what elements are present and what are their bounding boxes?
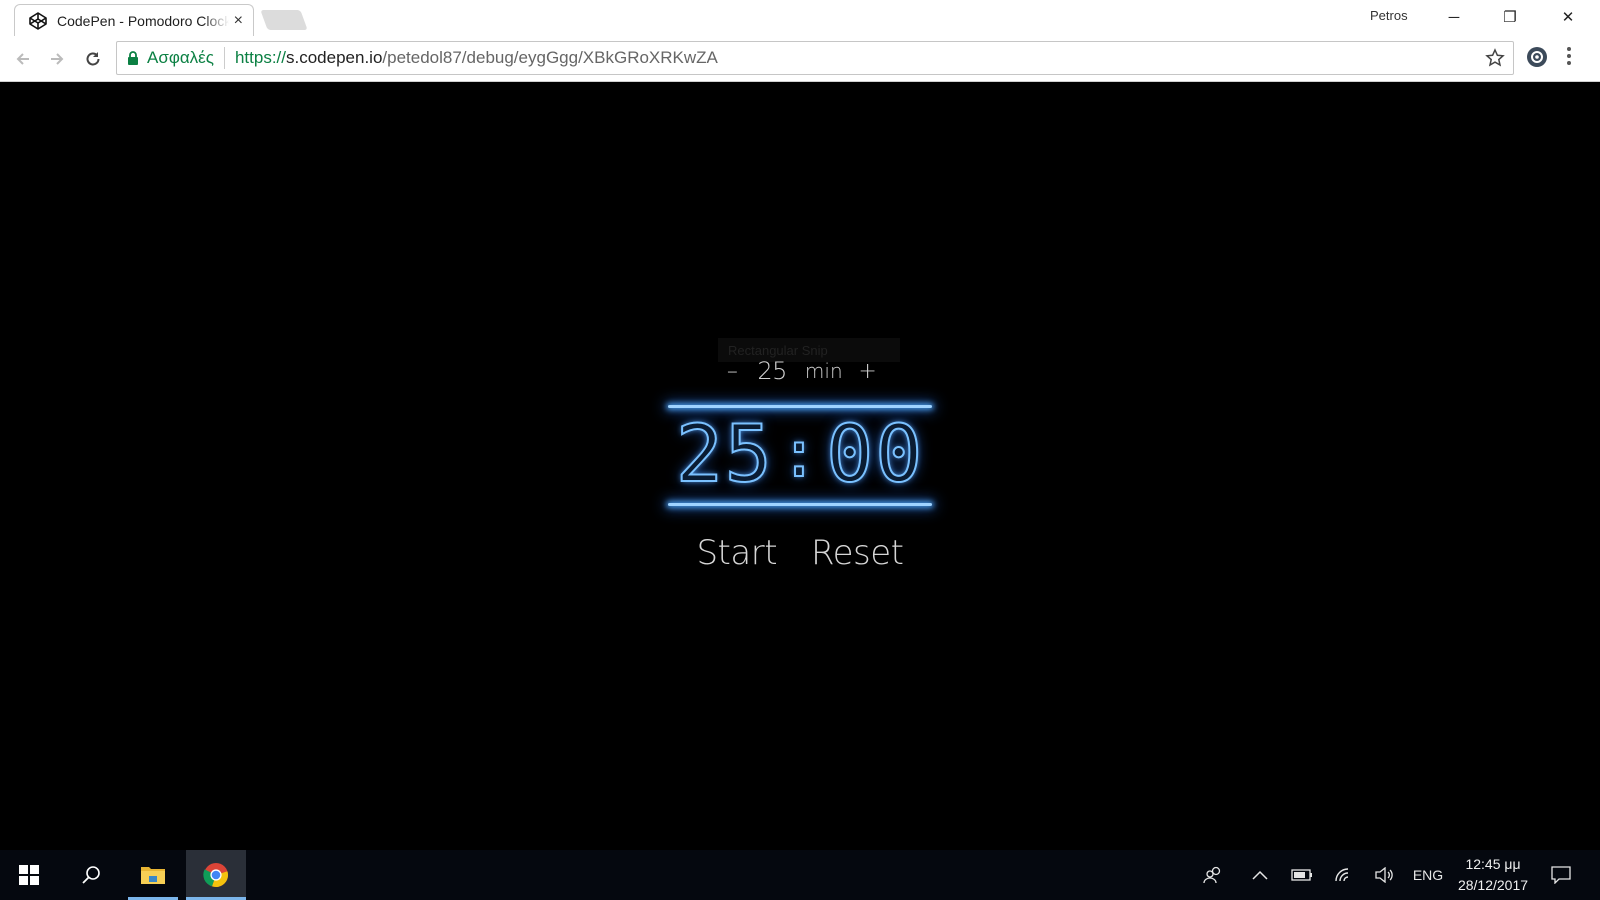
tab-close-icon[interactable]: × — [234, 12, 243, 30]
profile-name[interactable]: Petros — [1370, 8, 1408, 23]
input-language[interactable]: ENG — [1408, 850, 1448, 900]
url-text[interactable]: https://s.codepen.io/petedol87/debug/eyg… — [235, 48, 718, 68]
minimize-button[interactable]: ─ — [1426, 0, 1482, 34]
file-explorer-button[interactable] — [128, 850, 178, 900]
increase-session-button[interactable]: + — [853, 359, 883, 384]
reset-button[interactable]: Reset — [811, 533, 904, 573]
search-icon — [82, 866, 100, 884]
timer-minutes: 25 — [675, 409, 774, 501]
restore-icon: ❐ — [1503, 9, 1517, 26]
close-window-button[interactable]: ✕ — [1540, 0, 1596, 34]
minimize-icon: ─ — [1448, 8, 1460, 26]
search-button[interactable] — [66, 850, 116, 900]
folder-icon — [141, 867, 165, 884]
tab-title: CodePen - Pomodoro Clock — [57, 12, 229, 29]
menu-dots-icon[interactable] — [1566, 46, 1572, 71]
windows-logo-icon — [19, 865, 39, 885]
browser-tab-active[interactable]: CodePen - Pomodoro Clock × — [14, 4, 254, 36]
clock-bottom-line — [668, 503, 932, 506]
session-length-value: 25 — [757, 357, 787, 385]
close-icon: ✕ — [1561, 9, 1575, 26]
chevron-up-icon[interactable] — [1248, 850, 1272, 900]
new-tab-button[interactable] — [260, 10, 308, 30]
codepen-icon — [27, 10, 49, 32]
extension-icon[interactable] — [1526, 46, 1548, 73]
bookmark-star-icon[interactable] — [1485, 48, 1505, 73]
forward-arrow-icon — [51, 53, 64, 65]
back-button[interactable] — [8, 44, 38, 74]
lock-icon — [128, 51, 138, 65]
chrome-icon — [203, 863, 229, 887]
session-length-unit: min — [804, 359, 843, 383]
omnibox-divider — [223, 47, 225, 69]
timer-controls: Start Reset — [690, 528, 910, 578]
page-content: Rectangular Snip – 25 min + 25 : 00 Star… — [0, 82, 1600, 850]
decrease-session-button[interactable]: – — [717, 359, 747, 384]
battery-icon[interactable] — [1288, 850, 1316, 900]
chrome-taskbar-button[interactable] — [186, 850, 246, 900]
restore-button[interactable]: ❐ — [1482, 0, 1538, 34]
timer-seconds: 00 — [825, 409, 925, 501]
volume-icon[interactable] — [1370, 850, 1398, 900]
wifi-icon[interactable] — [1330, 850, 1358, 900]
start-button[interactable]: Start — [696, 533, 777, 573]
action-center-icon[interactable] — [1544, 850, 1578, 900]
start-menu-button[interactable] — [4, 850, 54, 900]
timer-separator: : — [779, 417, 821, 493]
people-icon[interactable] — [1196, 850, 1230, 900]
taskbar-clock[interactable]: 12:45 μμ 28/12/2017 — [1448, 854, 1538, 896]
session-length-control: – 25 min + — [700, 354, 900, 388]
url-host: s.codepen.io — [286, 48, 383, 67]
url-path: /petedol87/debug/eygGgg/XBkGRoXRKwZA — [382, 48, 718, 67]
forward-button[interactable] — [42, 44, 72, 74]
taskbar-date: 28/12/2017 — [1457, 877, 1529, 893]
browser-toolbar: Ασφαλές https://s.codepen.io/petedol87/d… — [0, 36, 1600, 82]
taskbar-time: 12:45 μμ — [1465, 856, 1521, 872]
address-bar[interactable]: Ασφαλές https://s.codepen.io/petedol87/d… — [116, 41, 1514, 75]
browser-titlebar: CodePen - Pomodoro Clock × Petros ─ ❐ ✕ — [0, 0, 1600, 36]
url-scheme: https:// — [234, 48, 286, 67]
back-arrow-icon — [16, 53, 29, 65]
windows-taskbar: ENG 12:45 μμ 28/12/2017 — [0, 850, 1600, 900]
secure-label: Ασφαλές — [147, 48, 214, 67]
reload-button[interactable] — [78, 44, 108, 74]
reload-icon — [86, 52, 100, 66]
timer-display: 25 : 00 — [668, 402, 932, 508]
